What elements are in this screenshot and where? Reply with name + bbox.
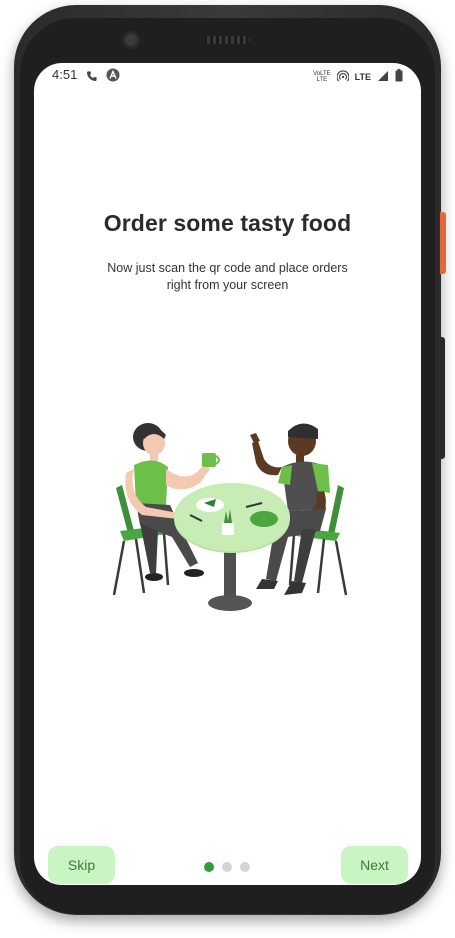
page-dot-1-active[interactable]: [204, 862, 214, 872]
skip-button[interactable]: Skip: [48, 846, 115, 884]
page-subtitle: Now just scan the qr code and place orde…: [107, 261, 348, 292]
page-dot-3[interactable]: [240, 862, 250, 872]
a-circle-icon: [106, 67, 120, 86]
status-left-icons: [86, 67, 120, 86]
phone-icon: [86, 67, 98, 86]
page-dot-2[interactable]: [222, 862, 232, 872]
page-title: Order some tasty food: [103, 210, 352, 236]
power-button: [440, 212, 446, 274]
page-indicator: [204, 862, 250, 872]
front-camera-icon: [122, 31, 140, 49]
app-screen: 4:51 VoLTE LTE LTE Order some tasty food…: [34, 63, 421, 885]
lte-label: LTE: [354, 71, 371, 82]
status-right-icons: VoLTE LTE LTE: [313, 67, 403, 86]
volume-button: [440, 337, 445, 459]
two-people-dining-illustration: [106, 413, 356, 623]
earpiece-speaker: [204, 36, 250, 44]
volte-indicator: VoLTE LTE: [313, 70, 331, 83]
status-bar: 4:51 VoLTE LTE LTE: [34, 63, 421, 89]
battery-icon: [395, 67, 403, 86]
status-time: 4:51: [52, 67, 78, 82]
next-button[interactable]: Next: [341, 846, 408, 884]
hotspot-icon: [336, 67, 350, 86]
signal-icon: [377, 67, 389, 86]
